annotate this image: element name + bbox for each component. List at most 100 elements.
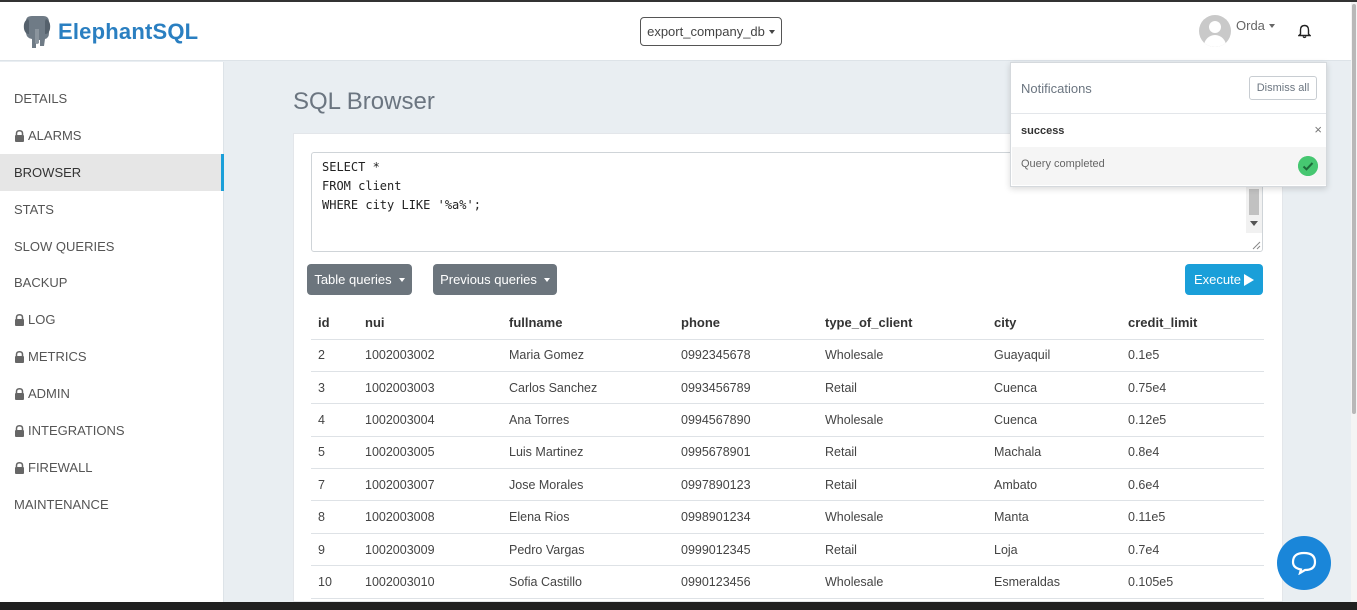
execute-button[interactable]: Execute xyxy=(1185,264,1263,295)
play-icon xyxy=(1243,273,1254,286)
table-cell: Luis Martinez xyxy=(502,436,674,470)
query-line: WHERE city LIKE '%a%'; xyxy=(322,198,481,212)
table-cell: 0.8e4 xyxy=(1121,436,1264,470)
table-cell: Elena Rios xyxy=(502,500,674,534)
column-header: city xyxy=(987,307,1121,340)
table-cell: Wholesale xyxy=(818,403,987,437)
lock-icon xyxy=(15,313,24,326)
table-row: 3 1002003003 Carlos Sanchez 0993456789 Retai… xyxy=(311,371,1264,405)
sidebar: DETAILS ALARMS BROWSER STATS SLOW QUERIE… xyxy=(0,62,224,602)
table-cell: Maria Gomez xyxy=(502,339,674,372)
table-row: 10 1002003010 Sofia Castillo 0990123456 Whol… xyxy=(311,565,1264,599)
table-cell: Manta xyxy=(987,500,1121,534)
lock-icon xyxy=(15,461,24,474)
table-cell: 0994567890 xyxy=(674,403,818,437)
sidebar-item-stats[interactable]: STATS xyxy=(0,191,224,228)
table-cell: 0.75e4 xyxy=(1121,371,1264,405)
sidebar-item-alarms[interactable]: ALARMS xyxy=(0,117,224,154)
table-cell: 3 xyxy=(311,371,358,405)
sidebar-item-backup[interactable]: BACKUP xyxy=(0,264,224,301)
sidebar-item-admin[interactable]: ADMIN xyxy=(0,375,224,412)
table-cell: Retail xyxy=(818,468,987,502)
database-selector[interactable]: export_company_db xyxy=(640,17,782,46)
page-title: SQL Browser xyxy=(293,88,435,115)
lock-icon xyxy=(15,129,24,142)
table-cell: 0992345678 xyxy=(674,339,818,372)
table-cell: Ana Torres xyxy=(502,403,674,437)
table-cell: Guayaquil xyxy=(987,339,1121,372)
notification-item: Query completed xyxy=(1012,147,1326,185)
resize-handle-icon[interactable] xyxy=(1252,241,1261,250)
sidebar-item-browser[interactable]: BROWSER xyxy=(0,154,224,191)
close-icon[interactable]: × xyxy=(1314,122,1322,137)
table-cell: 0999012345 xyxy=(674,533,818,567)
user-menu[interactable]: Orda xyxy=(1199,15,1275,47)
column-header: type_of_client xyxy=(818,307,987,340)
sidebar-item-details[interactable]: DETAILS xyxy=(0,80,224,117)
editor-scrollbar-thumb[interactable] xyxy=(1249,189,1259,215)
table-row: 2 1002003002 Maria Gomez 0992345678 Wholesal… xyxy=(311,339,1264,372)
scroll-down-arrow-icon[interactable] xyxy=(1250,221,1258,226)
sidebar-item-firewall[interactable]: FIREWALL xyxy=(0,449,224,486)
table-cell: Wholesale xyxy=(818,500,987,534)
chevron-down-icon xyxy=(543,277,550,282)
notification-message: Query completed xyxy=(1021,158,1105,170)
editor-scrollbar[interactable] xyxy=(1246,187,1262,233)
table-cell: 1002003004 xyxy=(358,403,502,437)
table-cell: Jose Morales xyxy=(502,468,674,502)
sidebar-item-log[interactable]: LOG xyxy=(0,301,224,338)
brand[interactable]: ElephantSQL xyxy=(22,15,198,49)
dismiss-all-button[interactable]: Dismiss all xyxy=(1249,76,1317,100)
table-cell: Sofia Castillo xyxy=(502,565,674,599)
table-cell: 0998901234 xyxy=(674,500,818,534)
lock-icon xyxy=(15,350,24,363)
table-cell: Carlos Sanchez xyxy=(502,371,674,405)
table-cell: 0993456789 xyxy=(674,371,818,405)
column-header: credit_limit xyxy=(1121,307,1264,340)
chevron-down-icon xyxy=(768,29,775,34)
notification-type: success xyxy=(1021,125,1065,137)
table-cell: 9 xyxy=(311,533,358,567)
table-cell: 7 xyxy=(311,468,358,502)
table-cell: Wholesale xyxy=(818,565,987,599)
table-row: 7 1002003007 Jose Morales 0997890123 Retail A… xyxy=(311,468,1264,502)
sidebar-item-label: ADMIN xyxy=(28,386,70,401)
table-row: 8 1002003008 Elena Rios 0998901234 Wholesale… xyxy=(311,500,1264,534)
sidebar-item-label: FIREWALL xyxy=(28,460,93,475)
sidebar-item-maintenance[interactable]: MAINTENANCE xyxy=(0,486,224,523)
table-cell: 4 xyxy=(311,403,358,437)
chat-support-button[interactable] xyxy=(1277,536,1331,590)
table-cell: Cuenca xyxy=(987,403,1121,437)
sidebar-item-integrations[interactable]: INTEGRATIONS xyxy=(0,412,224,449)
sidebar-item-label: METRICS xyxy=(28,349,87,364)
table-cell: 1002003005 xyxy=(358,436,502,470)
table-cell: Retail xyxy=(818,533,987,567)
sidebar-item-label: BROWSER xyxy=(14,165,82,180)
taskbar xyxy=(0,602,1357,610)
table-cell: 0.105e5 xyxy=(1121,565,1264,599)
chat-bubble-icon xyxy=(1291,551,1317,575)
execute-label: Execute xyxy=(1194,272,1241,287)
table-cell: 1002003003 xyxy=(358,371,502,405)
table-cell: 1002003008 xyxy=(358,500,502,534)
table-queries-label: Table queries xyxy=(314,272,392,287)
sidebar-item-slow-queries[interactable]: SLOW QUERIES xyxy=(0,228,224,265)
bell-icon[interactable] xyxy=(1298,24,1311,39)
page-scrollbar-thumb[interactable] xyxy=(1352,4,1356,414)
column-header: fullname xyxy=(502,307,674,340)
table-cell: 0.12e5 xyxy=(1121,403,1264,437)
table-queries-button[interactable]: Table queries xyxy=(307,264,412,295)
notifications-header: Notifications Dismiss all xyxy=(1011,63,1326,114)
elephant-logo-icon xyxy=(23,16,51,48)
table-cell: 1002003007 xyxy=(358,468,502,502)
previous-queries-button[interactable]: Previous queries xyxy=(433,264,557,295)
sidebar-item-metrics[interactable]: METRICS xyxy=(0,338,224,375)
table-cell: 5 xyxy=(311,436,358,470)
sidebar-item-label: DETAILS xyxy=(14,91,68,106)
table-cell: 0990123456 xyxy=(674,565,818,599)
table-cell: 2 xyxy=(311,339,358,372)
brand-name: ElephantSQL xyxy=(58,19,199,44)
notifications-title: Notifications xyxy=(1021,80,1092,96)
table-cell: 0.1e5 xyxy=(1121,339,1264,372)
check-circle-icon xyxy=(1298,156,1318,176)
